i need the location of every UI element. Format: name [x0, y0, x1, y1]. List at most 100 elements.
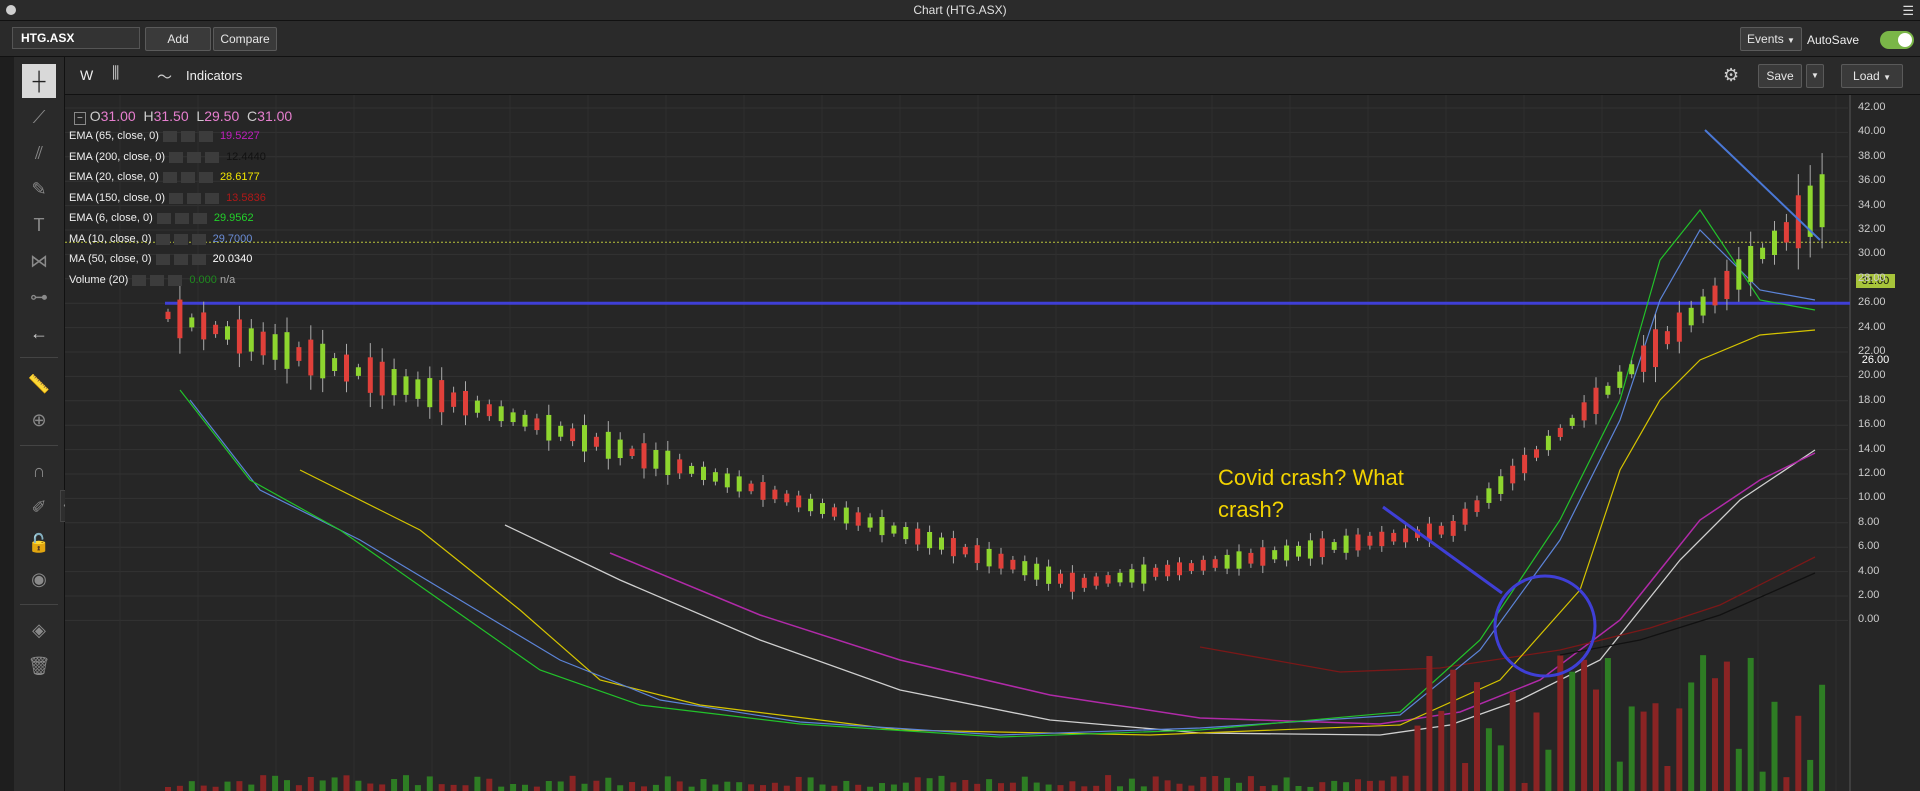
symbol-input[interactable] [12, 27, 140, 49]
legend-value: 28.6177 [219, 171, 260, 183]
legend-value: 13.5836 [226, 192, 266, 204]
price-axis-label: 12.00 [1858, 467, 1886, 479]
magnet-icon[interactable]: ∩ [22, 454, 56, 488]
separator [20, 357, 58, 358]
price-axis-label: 4.00 [1858, 564, 1880, 577]
legend-value: n/a [219, 274, 236, 286]
annotation-line: crash? [1218, 497, 1285, 522]
price-axis-label: 38.00 [1858, 149, 1886, 162]
candle-style-icon[interactable]: ⫼ [112, 65, 119, 83]
price-axis-label: 24.00 [1858, 320, 1886, 333]
open-prefix: O [89, 108, 101, 124]
legend-label: EMA (150, close, 0) [69, 192, 165, 204]
autosave-label: AutoSave [1807, 33, 1860, 47]
legend-item[interactable]: EMA (6, close, 0) 29.9562 [69, 212, 254, 224]
chevron-down-icon: ▼ [1787, 36, 1795, 45]
chart-area[interactable] [65, 95, 1920, 791]
brush-tool-icon[interactable]: ✎ [22, 172, 56, 206]
price-axis-label: 32.00 [1858, 223, 1886, 235]
legend-item[interactable]: MA (50, close, 0) 20.0340 [69, 253, 252, 265]
low-value: 29.50 [204, 108, 240, 124]
close-prefix: C [247, 108, 258, 124]
chart-header: W ⫼ 〜 Indicators ⚙ Save ▼ Load ▼ [65, 57, 1920, 95]
pattern-tool-icon[interactable]: ⋈ [22, 244, 56, 278]
save-button[interactable]: Save [1758, 64, 1802, 88]
open-value: 31.00 [100, 108, 136, 124]
compare-button[interactable]: Compare [213, 27, 277, 51]
measure-lines-tool-icon[interactable]: ⊶ [22, 280, 56, 314]
price-axis-label: 2.00 [1858, 589, 1880, 601]
legend-value: 20.0340 [212, 253, 253, 265]
chevron-down-icon: ▼ [1883, 73, 1891, 82]
legend-item[interactable]: MA (10, close, 0) 29.7000 [69, 233, 252, 245]
text-tool-icon[interactable]: T [22, 208, 56, 242]
legend-controls[interactable] [155, 233, 210, 245]
price-axis-label: 10.00 [1858, 491, 1886, 504]
window-titlebar: Chart (HTG.ASX) ☰ [0, 0, 1920, 21]
price-axis-label: 6.00 [1858, 540, 1880, 553]
interval-selector[interactable]: W [80, 67, 93, 83]
legend-label: EMA (6, close, 0) [69, 212, 153, 224]
legend-value: 19.5227 [219, 130, 260, 142]
window-menu-icon[interactable]: ☰ [1902, 3, 1914, 19]
fib-tool-icon[interactable]: ⫽ [22, 136, 56, 170]
layers-icon[interactable]: ◈ [22, 613, 56, 647]
price-axis-label: 36.00 [1858, 174, 1886, 187]
annotation-text[interactable]: Covid crash? What crash? [1218, 462, 1458, 526]
legend-controls[interactable] [169, 151, 223, 163]
price-axis-label: 8.00 [1858, 515, 1880, 528]
separator [20, 604, 58, 605]
annotation-line: Covid crash? What [1218, 465, 1404, 490]
legend-value: 12.4440 [226, 151, 266, 163]
price-axis-label: 20.00 [1858, 369, 1886, 382]
separator [20, 445, 58, 446]
load-dropdown[interactable]: Load ▼ [1841, 64, 1903, 88]
save-options-chevron-icon[interactable]: ▼ [1806, 64, 1824, 88]
settings-gear-icon[interactable]: ⚙ [1723, 65, 1739, 86]
ohlc-collapse-icon[interactable]: − [74, 112, 86, 125]
high-prefix: H [143, 108, 154, 124]
legend-volume-value: 0.000 [189, 274, 217, 286]
price-axis-label: 0.00 [1858, 613, 1880, 626]
legend-controls[interactable] [132, 274, 187, 286]
legend-item[interactable]: Volume (20) 0.000 n/a [69, 274, 235, 286]
trendline-tool-icon[interactable]: ⟋ [22, 100, 56, 134]
price-axis-label: 26.00 [1858, 296, 1886, 309]
legend-controls[interactable] [162, 171, 217, 183]
drawing-toolbar: ┼ ⟋ ⫽ ✎ T ⋈ ⊶ ← 📏 ⊕ ∩ ✐ 🔓 ◉ ◈ 🗑 [14, 57, 65, 791]
arrow-left-icon[interactable]: ← [22, 316, 56, 350]
events-label: Events [1747, 32, 1784, 46]
events-dropdown[interactable]: Events ▼ [1740, 27, 1802, 51]
legend-label: EMA (20, close, 0) [69, 171, 159, 183]
legend-label: EMA (65, close, 0) [69, 130, 159, 142]
price-axis-label: 30.00 [1858, 247, 1886, 260]
indicators-icon[interactable]: 〜 [157, 66, 172, 87]
trash-icon[interactable]: 🗑 [22, 649, 56, 683]
window-title: Chart (HTG.ASX) [913, 3, 1007, 17]
eye-icon[interactable]: ◉ [22, 562, 56, 596]
toggle-knob [1898, 33, 1912, 47]
price-axis-label: 28.00 [1858, 271, 1886, 284]
indicators-button[interactable]: Indicators [186, 68, 242, 83]
pencil-lock-icon[interactable]: ✐ [22, 490, 56, 524]
crosshair-tool-icon[interactable]: ┼ [22, 64, 56, 98]
ruler-icon[interactable]: 📏 [22, 367, 56, 401]
lock-icon[interactable]: 🔓 [22, 526, 56, 560]
price-axis-label: 22.00 [1858, 345, 1886, 357]
legend-item[interactable]: EMA (65, close, 0) 19.5227 [69, 130, 260, 142]
legend-item[interactable]: EMA (20, close, 0) 28.6177 [69, 171, 260, 183]
autosave-toggle[interactable] [1880, 31, 1914, 49]
price-axis-label: 40.00 [1858, 125, 1886, 138]
legend-controls[interactable] [156, 212, 211, 224]
legend-item[interactable]: EMA (200, close, 0) 12.4440 [69, 151, 266, 163]
add-button[interactable]: Add [145, 27, 211, 51]
legend-item[interactable]: EMA (150, close, 0) 13.5836 [69, 192, 266, 204]
legend-controls[interactable] [155, 253, 210, 265]
legend-label: MA (10, close, 0) [69, 233, 152, 245]
main-toolbar: Add Compare Events ▼ AutoSave [0, 21, 1920, 57]
zoom-in-icon[interactable]: ⊕ [22, 403, 56, 437]
legend-value: 29.9562 [213, 212, 254, 224]
legend-controls[interactable] [169, 192, 223, 204]
legend-controls[interactable] [162, 130, 217, 142]
close-value: 31.00 [257, 108, 293, 124]
